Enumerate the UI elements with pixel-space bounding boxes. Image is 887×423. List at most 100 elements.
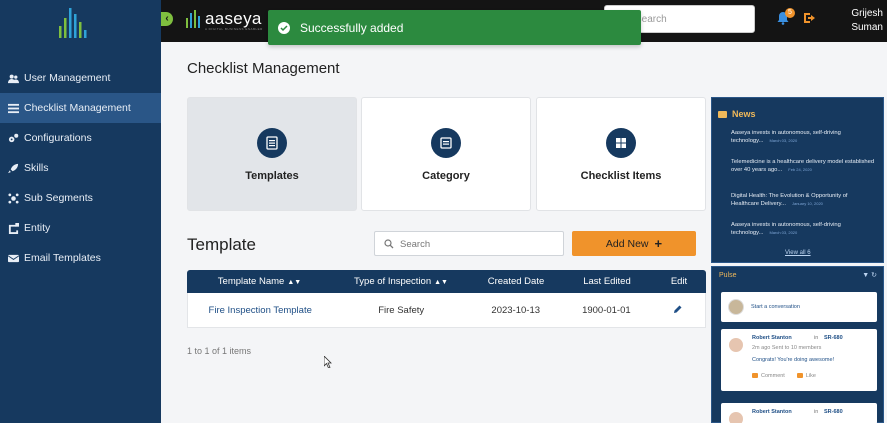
user-last-name: Suman: [851, 22, 883, 33]
envelope-icon: [7, 252, 19, 264]
app-logo-icon: [59, 8, 87, 38]
newspaper-icon: [718, 110, 727, 118]
cell-edited: 1900-01-01: [582, 304, 631, 316]
edit-button[interactable]: [651, 305, 705, 316]
sort-icon: ▲▼: [434, 279, 448, 286]
brand-mark-icon: [186, 10, 200, 28]
sidebar-item-skills[interactable]: Skills: [0, 153, 161, 183]
refresh-icon[interactable]: ↻: [871, 272, 877, 279]
cell-type: Fire Safety: [378, 304, 425, 316]
section-title: Template: [187, 235, 256, 254]
post-author[interactable]: Robert Stanton: [752, 335, 792, 341]
pulse-title: Pulse: [719, 272, 737, 279]
news-item[interactable]: Aaseya invests in autonomous, self-drivi…: [731, 129, 876, 145]
sidebar-item-entity[interactable]: Entity: [0, 213, 161, 243]
list-icon: [7, 102, 19, 114]
notification-badge: 5: [785, 8, 795, 18]
comment-button[interactable]: Comment: [752, 373, 785, 379]
category-list-icon: [431, 128, 461, 158]
col-last-edited: Last Edited: [583, 276, 631, 287]
sidebar-item-configurations[interactable]: Configurations: [0, 123, 161, 153]
sidebar-item-label: Checklist Management: [24, 102, 131, 114]
add-new-button[interactable]: Add New +: [572, 231, 696, 256]
pencil-icon: [674, 305, 682, 313]
success-toast: Successfully added: [268, 10, 641, 45]
collapse-sidebar-button[interactable]: ‹: [161, 12, 173, 26]
post-in: in: [814, 335, 819, 341]
sidebar-item-sub-segments[interactable]: Sub Segments: [0, 183, 161, 213]
card-label: Category: [422, 170, 470, 182]
pulse-post: Robert Stanton in SR-680 2m ago Sent to …: [721, 329, 877, 391]
rocket-icon: [7, 162, 19, 174]
plus-icon: +: [654, 236, 663, 251]
sidebar-item-label: User Management: [24, 72, 111, 84]
news-item[interactable]: Telemedicine is a healthcare delivery mo…: [731, 158, 876, 174]
view-all-news-link[interactable]: View all 6: [785, 250, 811, 256]
sidebar-item-label: Sub Segments: [24, 192, 93, 204]
post-message: Congrats! You're doing awesome!: [752, 357, 835, 363]
sitemap-icon: [7, 192, 19, 204]
card-label: Checklist Items: [580, 170, 662, 182]
sort-icon: ▲▼: [287, 279, 302, 286]
sidebar-item-label: Entity: [24, 222, 51, 234]
pager-info: 1 to 1 of 1 items: [187, 346, 252, 356]
add-new-label: Add New: [605, 237, 649, 250]
template-search-input[interactable]: Search: [374, 231, 564, 256]
col-edit: Edit: [670, 276, 688, 287]
col-type-of-inspection[interactable]: Type of Inspection ▲▼: [332, 276, 470, 287]
user-name[interactable]: Grijesh Suman: [851, 7, 883, 35]
gears-icon: [7, 132, 19, 144]
news-date: March 03, 2020: [769, 138, 798, 143]
start-conversation-label: Start a conversation: [751, 304, 800, 310]
news-header: News: [718, 109, 756, 119]
logout-icon[interactable]: [803, 11, 817, 25]
sidebar-item-checklist-management[interactable]: Checklist Management: [0, 93, 161, 123]
brand-name: aaseya: [205, 9, 262, 28]
user-first-name: Grijesh: [851, 8, 883, 19]
post-author[interactable]: Robert Stanton: [752, 409, 792, 415]
check-circle-icon: [278, 21, 290, 34]
post-in: in: [814, 409, 819, 415]
avatar: [728, 299, 744, 315]
search-icon: [384, 239, 394, 249]
news-text: Digital Health: The Evolution & Opportun…: [731, 193, 848, 207]
pulse-panel: Pulse ▼ ↻ Start a conversation Robert St…: [711, 266, 884, 423]
news-item[interactable]: Digital Health: The Evolution & Opportun…: [731, 192, 876, 208]
brand: aaseya A DIGITAL BUSINESS ENABLER: [185, 9, 263, 31]
search-placeholder: Search: [400, 239, 431, 250]
start-conversation-box[interactable]: Start a conversation: [721, 292, 877, 322]
like-button[interactable]: Like: [797, 373, 816, 379]
sidebar-item-user-management[interactable]: User Management: [0, 63, 161, 93]
toast-message: Successfully added: [300, 20, 404, 35]
sidebar-item-label: Email Templates: [24, 252, 101, 264]
sidebar: User Management Checklist Management Con…: [0, 0, 161, 423]
post-meta: 2m ago Sent to 10 members: [752, 345, 822, 351]
template-name-link[interactable]: Fire Inspection Template: [188, 305, 332, 316]
filter-icon[interactable]: ▼: [862, 272, 869, 279]
news-panel: News Aaseya invests in autonomous, self-…: [711, 97, 884, 263]
page-title: Checklist Management: [187, 60, 340, 77]
col-created-date: Created Date: [487, 276, 545, 287]
sidebar-item-label: Skills: [24, 162, 49, 174]
post-ref[interactable]: SR-680: [824, 409, 843, 415]
news-date: March 03, 2020: [769, 230, 798, 235]
brand-tagline: A DIGITAL BUSINESS ENABLER: [205, 27, 263, 31]
side-nav: User Management Checklist Management Con…: [0, 63, 161, 273]
sidebar-item-label: Configurations: [24, 132, 92, 144]
card-checklist-items[interactable]: Checklist Items: [536, 97, 706, 211]
sidebar-item-email-templates[interactable]: Email Templates: [0, 243, 161, 273]
table-header: Template Name ▲▼ Type of Inspection ▲▼ Cre…: [187, 270, 706, 293]
col-template-name[interactable]: Template Name ▲▼: [187, 276, 332, 287]
news-date: Feb 24, 2020: [788, 167, 812, 172]
cell-created: 2023-10-13: [491, 304, 541, 316]
card-category[interactable]: Category: [361, 97, 531, 211]
grid-icon: [606, 128, 636, 158]
pulse-post: Robert Stanton in SR-680: [721, 403, 877, 423]
news-item[interactable]: Aaseya invests in autonomous, self-drivi…: [731, 221, 876, 237]
templates-table: Template Name ▲▼ Type of Inspection ▲▼ Cre…: [187, 270, 706, 328]
mouse-cursor-icon: [324, 356, 332, 368]
post-ref[interactable]: SR-680: [824, 335, 843, 341]
post-actions: Comment Like: [752, 373, 816, 379]
card-templates[interactable]: Templates: [187, 97, 357, 211]
news-date: January 10, 2020: [791, 201, 823, 206]
